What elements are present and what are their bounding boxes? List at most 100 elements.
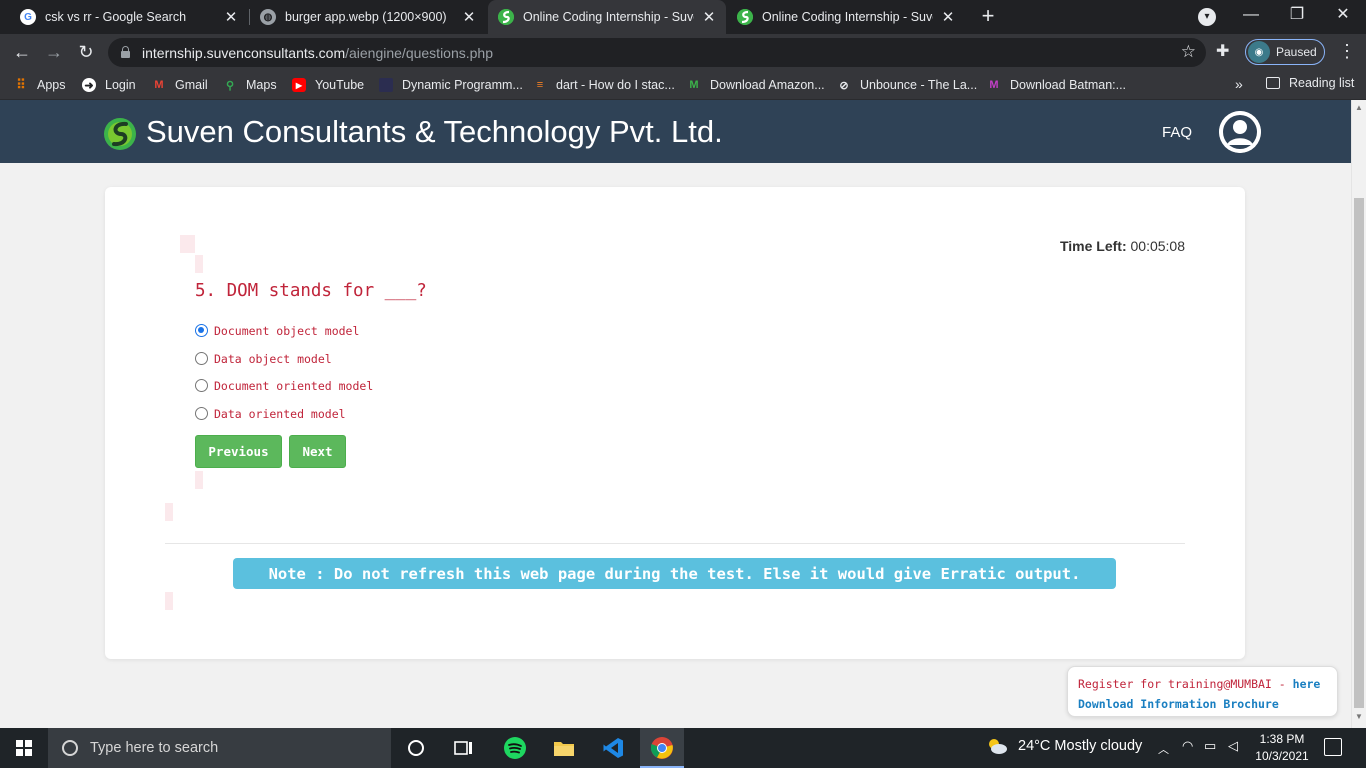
battery-icon[interactable]: ▭ <box>1204 738 1216 754</box>
bookmark-label: Apps <box>37 78 66 92</box>
bookmark-label: Download Amazon... <box>710 78 825 92</box>
new-tab-button[interactable]: + <box>977 4 999 30</box>
scroll-thumb[interactable] <box>1354 198 1364 708</box>
site-title[interactable]: Suven Consultants & Technology Pvt. Ltd. <box>146 114 723 150</box>
radio-button[interactable] <box>195 351 208 365</box>
bookmark-dynamic-programming[interactable]: Dynamic Programm... <box>379 76 523 94</box>
brochure-link[interactable]: Download Information Brochure <box>1078 694 1327 714</box>
back-arrow-icon[interactable]: ← <box>10 40 34 64</box>
notification-center-icon[interactable] <box>1324 738 1342 756</box>
window-close-icon[interactable]: ✕ <box>1320 0 1366 34</box>
here-link[interactable]: here <box>1293 677 1321 691</box>
time-left: Time Left: 00:05:08 <box>1060 238 1185 254</box>
url-text[interactable]: internship.suvenconsultants.com/aiengine… <box>142 45 493 61</box>
vscode-icon[interactable] <box>601 736 625 760</box>
weather-widget[interactable]: 24°C Mostly cloudy <box>986 738 1142 754</box>
time-left-label: Time Left: <box>1059 238 1127 254</box>
option-document-oriented-model[interactable]: Document oriented model <box>195 378 373 406</box>
taskbar-search-box[interactable]: Type here to search <box>48 728 391 768</box>
wifi-icon[interactable]: ◠ <box>1182 738 1193 754</box>
bookmark-label: dart - How do I stac... <box>556 78 675 92</box>
close-icon[interactable]: ✕ <box>224 8 238 26</box>
task-view-icon[interactable] <box>452 736 476 760</box>
close-icon[interactable]: ✕ <box>702 8 716 26</box>
tab-internship-active[interactable]: Online Coding Internship - Suven ✕ <box>488 0 726 34</box>
option-data-oriented-model[interactable]: Data oriented model <box>195 406 373 434</box>
radio-button-checked[interactable] <box>195 324 208 337</box>
bookmark-unbounce[interactable]: ⊘ Unbounce - The La... <box>837 76 977 94</box>
bookmark-stackoverflow[interactable]: ≡ dart - How do I stac... <box>533 76 675 94</box>
bookmark-download-amazon[interactable]: M Download Amazon... <box>687 76 825 94</box>
bookmark-apps[interactable]: ⠿ Apps <box>14 76 66 94</box>
reading-list-icon <box>1266 77 1280 89</box>
refresh-warning-note: Note : Do not refresh this web page duri… <box>233 558 1116 589</box>
user-avatar[interactable] <box>1219 111 1261 153</box>
minimize-icon[interactable]: — <box>1228 0 1274 34</box>
chrome-taskbar-button[interactable] <box>640 728 684 768</box>
tab-google-search[interactable]: G csk vs rr - Google Search ✕ <box>10 0 248 34</box>
bookmark-gmail[interactable]: M Gmail <box>152 76 208 94</box>
file-explorer-icon[interactable] <box>552 736 576 760</box>
bookmark-login[interactable]: ➜ Login <box>82 76 136 94</box>
close-icon[interactable]: ✕ <box>941 8 955 26</box>
faq-link[interactable]: FAQ <box>1162 124 1192 141</box>
forward-arrow-icon[interactable]: → <box>42 40 66 64</box>
cloudy-weather-icon <box>986 738 1008 754</box>
bookmark-label: Dynamic Programm... <box>402 78 523 92</box>
option-label[interactable]: Data oriented model <box>214 406 346 423</box>
previous-button[interactable]: Previous <box>195 435 282 468</box>
bookmark-download-batman[interactable]: M Download Batman:... <box>987 76 1126 94</box>
profile-button[interactable]: ◉ Paused <box>1245 39 1325 65</box>
option-data-object-model[interactable]: Data object model <box>195 351 373 379</box>
register-text: Register for training@MUMBAI - <box>1078 677 1293 691</box>
question-text: 5. DOM stands for ___? <box>195 281 427 301</box>
scroll-down-arrow-icon[interactable]: ▼ <box>1355 712 1363 721</box>
volume-icon[interactable]: ◁ <box>1228 738 1238 754</box>
clock-time: 1:38 PM <box>1259 732 1305 746</box>
radio-button[interactable] <box>195 406 208 420</box>
m-logo-icon: M <box>689 79 699 91</box>
tab-search-icon[interactable]: ▾ <box>1198 8 1216 26</box>
url-path: /aiengine/questions.php <box>345 45 494 61</box>
tab-internship[interactable]: Online Coding Internship - Suven ✕ <box>727 0 965 34</box>
option-label[interactable]: Document oriented model <box>214 378 373 395</box>
chrome-menu-icon[interactable]: ⋮ <box>1338 40 1356 62</box>
bookmark-star-icon[interactable]: ☆ <box>1181 42 1196 62</box>
bookmark-label: Login <box>105 78 136 92</box>
cortana-icon[interactable] <box>404 736 428 760</box>
page-scrollbar[interactable]: ▲ ▼ <box>1351 100 1366 728</box>
option-label[interactable]: Data object model <box>214 351 332 368</box>
suven-logo-icon <box>498 9 514 25</box>
bookmark-maps[interactable]: ⚲ Maps <box>223 76 277 94</box>
system-clock[interactable]: 1:38 PM 10/3/2021 <box>1252 731 1312 765</box>
quiz-card: Time Left: 00:05:08 5. DOM stands for __… <box>105 187 1245 659</box>
suven-logo-icon[interactable] <box>104 118 136 150</box>
next-button[interactable]: Next <box>289 435 346 468</box>
show-hidden-icons-chevron-icon[interactable]: ︿ <box>1158 741 1169 757</box>
decorative-mark <box>165 592 173 610</box>
divider <box>165 543 1185 544</box>
close-icon[interactable]: ✕ <box>462 8 476 26</box>
search-icon <box>62 740 78 756</box>
page-viewport: Suven Consultants & Technology Pvt. Ltd.… <box>0 100 1351 728</box>
more-bookmarks-chevron-icon[interactable]: » <box>1235 76 1243 92</box>
option-label[interactable]: Document object model <box>214 323 359 340</box>
address-bar[interactable]: internship.suvenconsultants.com/aiengine… <box>108 38 1206 67</box>
option-document-object-model[interactable]: Document object model <box>195 323 373 351</box>
spotify-icon[interactable] <box>503 736 527 760</box>
tab-strip: G csk vs rr - Google Search ✕ ◍ burger a… <box>0 0 1366 34</box>
browser-toolbar: ← → ↻ internship.suvenconsultants.com/ai… <box>0 34 1366 70</box>
restore-icon[interactable]: ❐ <box>1274 0 1320 34</box>
bookmark-youtube[interactable]: ▶ YouTube <box>292 76 364 94</box>
scroll-up-arrow-icon[interactable]: ▲ <box>1355 103 1363 112</box>
bookmark-label: Unbounce - The La... <box>860 78 978 92</box>
reload-icon[interactable]: ↻ <box>74 40 98 64</box>
user-icon <box>1219 111 1261 153</box>
extensions-puzzle-icon[interactable]: ✚ <box>1216 41 1229 61</box>
tab-burger-image[interactable]: ◍ burger app.webp (1200×900) ✕ <box>250 0 486 34</box>
answer-options: Document object model Data object model … <box>195 323 373 433</box>
radio-button[interactable] <box>195 379 208 392</box>
reading-list-button[interactable]: Reading list <box>1266 76 1354 90</box>
windows-start-icon[interactable] <box>16 740 32 756</box>
bookmark-label: Gmail <box>175 78 208 92</box>
